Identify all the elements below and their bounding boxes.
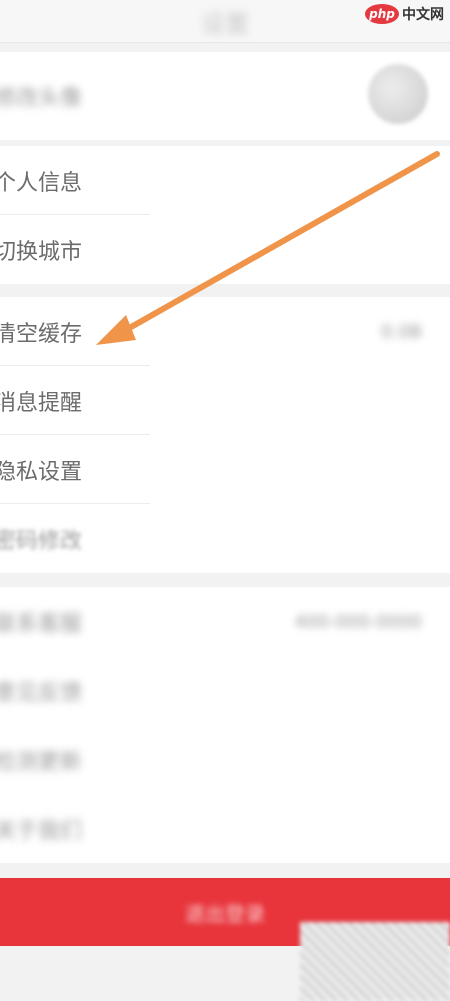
settings-item-feedback[interactable]: 意见反馈 xyxy=(0,656,450,725)
settings-item-contact[interactable]: 联系客服 400-000-0000 xyxy=(0,587,450,656)
settings-group-account: 个人信息 切换城市 xyxy=(0,146,450,284)
settings-item-label: 联系客服 xyxy=(0,611,83,637)
settings-item-label: 清空缓存 xyxy=(0,321,83,347)
settings-group-support: 联系客服 400-000-0000 意见反馈 检测更新 关于我们 xyxy=(0,587,450,863)
settings-item-label: 检测更新 xyxy=(0,749,83,775)
settings-item-notifications[interactable]: 消息提醒 xyxy=(0,366,450,435)
settings-item-label: 隐私设置 xyxy=(0,459,83,485)
contact-phone-value: 400-000-0000 xyxy=(294,611,422,632)
settings-item-check-update[interactable]: 检测更新 xyxy=(0,725,450,794)
settings-item-personal-info[interactable]: 个人信息 xyxy=(0,146,450,215)
site-watermark: php 中文网 xyxy=(365,4,444,24)
settings-item-label: 密码修改 xyxy=(0,528,83,554)
settings-item-label: 消息提醒 xyxy=(0,390,83,416)
settings-item-label: 切换城市 xyxy=(0,239,83,265)
settings-item-change-password[interactable]: 密码修改 xyxy=(0,504,450,573)
settings-item-label: 关于我们 xyxy=(0,818,83,844)
avatar[interactable] xyxy=(368,64,428,124)
logout-label: 退出登录 xyxy=(185,901,265,926)
settings-item-privacy[interactable]: 隐私设置 xyxy=(0,435,450,504)
settings-item-label: 意见反馈 xyxy=(0,680,83,706)
cache-size-value: 0.0B xyxy=(381,321,422,342)
settings-item-about[interactable]: 关于我们 xyxy=(0,794,450,863)
blurred-qr-code xyxy=(300,922,450,1001)
settings-group-general: 清空缓存 0.0B 消息提醒 隐私设置 密码修改 xyxy=(0,297,450,573)
watermark-text: 中文网 xyxy=(402,7,444,23)
avatar-label: 修改头像 xyxy=(0,86,83,111)
settings-item-label: 个人信息 xyxy=(0,170,83,196)
settings-item-switch-city[interactable]: 切换城市 xyxy=(0,215,450,284)
settings-item-clear-cache[interactable]: 清空缓存 0.0B xyxy=(0,297,450,366)
php-logo: php xyxy=(365,4,399,24)
